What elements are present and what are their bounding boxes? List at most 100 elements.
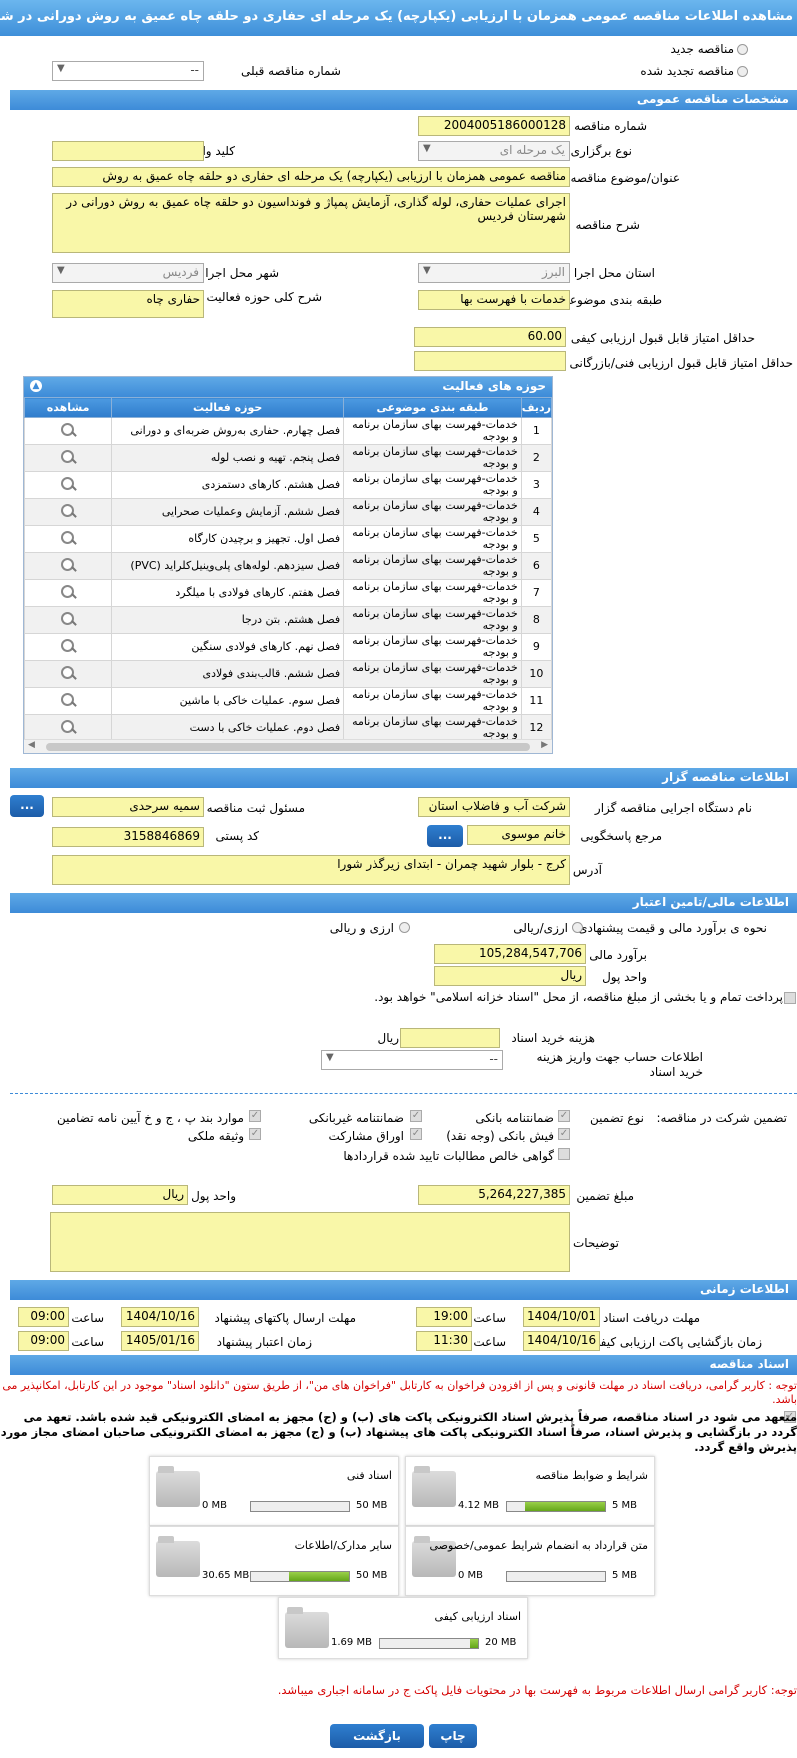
- magnifier-icon[interactable]: [59, 502, 77, 520]
- magnifier-icon[interactable]: [59, 475, 77, 493]
- registrar-lookup-button[interactable]: ...: [10, 795, 44, 817]
- file-size: 30.65 MB: [202, 1570, 250, 1581]
- property-collateral-checkbox[interactable]: ✓: [249, 1128, 261, 1140]
- row-view[interactable]: [23, 714, 113, 742]
- reference-lookup-button[interactable]: ...: [427, 825, 463, 847]
- magnifier-icon[interactable]: [59, 421, 77, 439]
- column-header[interactable]: مشاهده: [23, 397, 113, 418]
- row-view[interactable]: [23, 498, 113, 526]
- magnifier-icon[interactable]: [59, 637, 77, 655]
- rial-currency-radio[interactable]: [572, 922, 583, 933]
- file-contract[interactable]: متن قرارداد به انضمام شرایط عمومی/خصوصی 0…: [405, 1526, 655, 1596]
- new-tender-label: مناقصه جدید: [670, 42, 734, 56]
- file-technical[interactable]: اسناد فنی 0 MB 50 MB: [149, 1456, 399, 1526]
- table-row: 6 خدمات-فهرست بهای سازمان برنامه و بودجه ف…: [23, 552, 553, 580]
- row-activity: فصل هشتم. بتن درجا: [111, 606, 345, 634]
- keyword-field[interactable]: [52, 141, 204, 161]
- bylaw-items-checkbox[interactable]: ✓: [249, 1110, 261, 1122]
- account-select[interactable]: -- ▼: [321, 1050, 503, 1070]
- new-tender-radio[interactable]: [737, 44, 748, 55]
- collapse-icon[interactable]: ▲: [30, 380, 42, 392]
- progress-fill: [524, 1502, 605, 1511]
- row-category: خدمات-فهرست بهای سازمان برنامه و بودجه: [343, 444, 522, 472]
- nonbank-guarantee-label: ضمانتنامه غیربانکی: [308, 1111, 404, 1125]
- doc-receive-date: 1404/10/01: [523, 1307, 600, 1327]
- guarantee-amount-label: مبلغ تضمین: [576, 1189, 634, 1203]
- account-info-label: اطلاعات حساب جهت واریز هزینه خرید اسناد: [536, 1050, 703, 1079]
- row-view[interactable]: [23, 579, 113, 607]
- doc-cost-field: [400, 1028, 500, 1048]
- row-activity: فصل پنجم. تهیه و نصب لوله: [111, 444, 345, 472]
- opening-time: 11:30: [416, 1331, 472, 1351]
- row-number: 6: [520, 552, 553, 580]
- row-view[interactable]: [23, 444, 113, 472]
- file-max-size: 5 MB: [612, 1570, 638, 1581]
- mixed-currency-radio[interactable]: [399, 922, 410, 933]
- cash-receipt-checkbox[interactable]: ✓: [558, 1128, 570, 1140]
- nonbank-guarantee-checkbox[interactable]: ✓: [410, 1110, 422, 1122]
- renewed-tender-radio[interactable]: [737, 66, 748, 77]
- magnifier-icon[interactable]: [59, 448, 77, 466]
- magnifier-icon[interactable]: [59, 664, 77, 682]
- activity-scope-field: حفاری چاه: [52, 290, 204, 318]
- subject-label: عنوان/موضوع مناقصه: [570, 171, 680, 185]
- claims-certificate-checkbox[interactable]: [558, 1148, 570, 1160]
- min-tech-label: حداقل امتیاز قابل قبول ارزیابی فنی/بازرگ…: [569, 356, 793, 370]
- row-view[interactable]: [23, 660, 113, 688]
- column-header[interactable]: طبقه بندی موضوعی: [343, 397, 522, 418]
- province-select[interactable]: البرز ▼: [418, 263, 570, 283]
- opening-time-label: زمان بازگشایی پاکت ارزیابی کیفی: [590, 1335, 762, 1349]
- magnifier-icon[interactable]: [59, 691, 77, 709]
- row-view[interactable]: [23, 633, 113, 661]
- activity-scope-label: شرح کلی حوزه فعالیت: [206, 290, 323, 304]
- bank-guarantee-checkbox[interactable]: ✓: [558, 1110, 570, 1122]
- column-header[interactable]: ردیف: [520, 397, 553, 418]
- currency-unit-field: ریال: [434, 966, 586, 986]
- estimate-label: برآورد مالی: [589, 948, 647, 962]
- magnifier-icon[interactable]: [59, 583, 77, 601]
- documents-bar: اسناد مناقصه: [10, 1355, 797, 1375]
- magnifier-icon[interactable]: [59, 718, 77, 736]
- row-view[interactable]: [23, 525, 113, 553]
- scroll-right-icon[interactable]: ▶: [541, 740, 548, 750]
- horizontal-scrollbar[interactable]: ◀ ▶: [24, 739, 552, 753]
- activities-title: حوزه های فعالیت: [442, 379, 546, 393]
- guarantee-unit-field: ریال: [52, 1185, 188, 1205]
- province-value: البرز: [541, 265, 565, 279]
- row-view[interactable]: [23, 552, 113, 580]
- scroll-thumb[interactable]: [46, 743, 530, 751]
- row-view[interactable]: [23, 687, 113, 715]
- time-label: ساعت: [71, 1311, 104, 1325]
- account-value: --: [489, 1052, 498, 1066]
- magnifier-icon[interactable]: [59, 529, 77, 547]
- upload-progress: [379, 1638, 479, 1649]
- category-field: خدمات با فهرست بها: [418, 290, 570, 310]
- table-row: 4 خدمات-فهرست بهای سازمان برنامه و بودجه ف…: [23, 498, 553, 526]
- row-view[interactable]: [23, 471, 113, 499]
- magnifier-icon[interactable]: [59, 556, 77, 574]
- bonds-checkbox[interactable]: ✓: [410, 1128, 422, 1140]
- min-tech-field: [414, 351, 566, 371]
- file-tender-conditions[interactable]: شرایط و ضوابط مناقصه 4.12 MB 5 MB: [405, 1456, 655, 1526]
- scroll-left-icon[interactable]: ◀: [28, 740, 35, 750]
- reference-label: مرجع پاسخگویی: [580, 829, 662, 843]
- islamic-treasury-checkbox[interactable]: [784, 992, 796, 1004]
- row-view[interactable]: [23, 417, 113, 445]
- column-header[interactable]: حوزه فعالیت: [111, 397, 345, 418]
- row-view[interactable]: [23, 606, 113, 634]
- cash-receipt-label: فیش بانکی (وجه نقد): [446, 1129, 554, 1143]
- city-select[interactable]: فردیس ▼: [52, 263, 204, 283]
- file-other[interactable]: سایر مدارک/اطلاعات 30.65 MB 50 MB: [149, 1526, 399, 1596]
- file-quality[interactable]: اسناد ارزیابی کیفی 1.69 MB 20 MB: [278, 1597, 528, 1659]
- tender-type-select[interactable]: یک مرحله ای ▼: [418, 141, 570, 161]
- row-activity: فصل دوم. عملیات خاکی با دست: [111, 714, 345, 742]
- prev-tender-select[interactable]: -- ▼: [52, 61, 204, 81]
- upload-progress: [506, 1571, 606, 1582]
- activities-grid-header: حوزه های فعالیت ▲: [24, 377, 552, 397]
- print-button[interactable]: چاپ: [429, 1724, 477, 1748]
- finance-bar: اطلاعات مالی/تامین اعتبار: [10, 893, 797, 913]
- validity-date: 1405/01/16: [121, 1331, 199, 1351]
- magnifier-icon[interactable]: [59, 610, 77, 628]
- back-button[interactable]: بازگشت: [330, 1724, 424, 1748]
- row-number: 11: [520, 687, 553, 715]
